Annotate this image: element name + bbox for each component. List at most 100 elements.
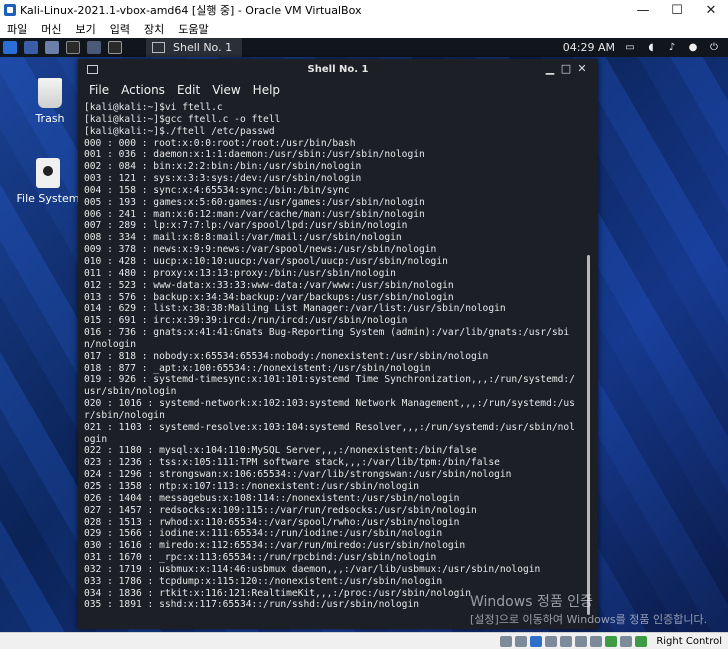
terminal-line: 001 : 036 : daemon:x:1:1:daemon:/usr/sbi…: [84, 149, 425, 161]
usb-icon[interactable]: [560, 635, 573, 647]
guest-desktop: Shell No. 1 04:29 AM ▭ ◖ ♪ ● ⏻ Trash Fil…: [0, 38, 728, 632]
terminal-line: 010 : 428 : uucp:x:10:10:uucp:/var/spool…: [84, 255, 448, 267]
activation-watermark-title: Windows 정품 인증: [470, 594, 593, 610]
terminal-line: 009 : 378 : news:x:9:9:news:/var/spool/n…: [84, 244, 437, 256]
terminal-line: 028 : 1513 : rwhod:x:110:65534::/var/spo…: [84, 516, 460, 528]
terminal-menubar: File Actions Edit View Help: [78, 79, 598, 100]
terminal-line: 006 : 241 : man:x:6:12:man:/var/cache/ma…: [84, 208, 425, 220]
terminal-line: 007 : 289 : lp:x:7:7:lp:/var/spool/lpd:/…: [84, 220, 408, 232]
display-icon[interactable]: [590, 635, 603, 647]
maximize-button[interactable]: ☐: [660, 3, 694, 18]
menu-input[interactable]: 입력: [103, 21, 137, 37]
hard-disk-icon[interactable]: [500, 635, 513, 647]
terminal-line: 005 : 193 : games:x:5:60:games:/usr/game…: [84, 196, 425, 208]
terminal-line: 030 : 1616 : miredo:x:112:65534::/var/ru…: [84, 540, 466, 552]
terminal-line: 008 : 334 : mail:x:8:8:mail:/var/mail:/u…: [84, 232, 402, 244]
terminal-titlebar[interactable]: Shell No. 1 ▁ □ ✕: [78, 59, 598, 79]
trash-icon: [38, 78, 62, 108]
terminal-line: 026 : 1404 : messagebus:x:108:114::/none…: [84, 492, 460, 504]
menu-machine[interactable]: 머신: [34, 21, 68, 37]
kali-menu-icon[interactable]: [3, 41, 17, 54]
optical-drive-icon[interactable]: [515, 635, 528, 647]
terminal-line: 017 : 818 : nobody:x:65534:65534:nobody:…: [84, 350, 489, 362]
lock-icon[interactable]: ⏻: [707, 42, 721, 54]
close-button[interactable]: ✕: [694, 3, 728, 18]
terminal-minimize-icon[interactable]: ▁: [542, 62, 558, 75]
terminal-line: 014 : 629 : list:x:38:38:Mailing List Ma…: [84, 303, 506, 315]
drive-icon: [36, 158, 60, 188]
terminal-scrollbar[interactable]: [587, 103, 592, 628]
terminal-menu-edit[interactable]: Edit: [171, 83, 206, 97]
virtualbox-app-icon: [4, 4, 16, 16]
menu-view[interactable]: 보기: [69, 21, 103, 37]
terminal-line: 015 : 691 : irc:x:39:39:ircd:/run/ircd:/…: [84, 315, 408, 327]
volume-icon[interactable]: ◖: [644, 42, 658, 54]
host-statusbar: Right Control: [0, 632, 728, 649]
terminal-line: 004 : 158 : sync:x:4:65534:sync:/bin:/bi…: [84, 184, 350, 196]
terminal-close-icon[interactable]: ✕: [574, 62, 590, 75]
desktop-trash[interactable]: Trash: [14, 78, 86, 125]
terminal-menu-file[interactable]: File: [78, 83, 115, 97]
terminal-icon: [152, 42, 165, 53]
terminal-line: [kali@kali:~]$./ftell /etc/passwd: [84, 125, 275, 137]
scrollbar-thumb[interactable]: [587, 255, 590, 615]
terminal-line: 011 : 480 : proxy:x:13:13:proxy:/bin:/us…: [84, 267, 396, 279]
minimize-button[interactable]: —: [626, 3, 660, 18]
terminal-line: 031 : 1670 : _rpc:x:113:65534::/run/rpcb…: [84, 552, 437, 564]
panel-clock[interactable]: 04:29 AM: [563, 41, 615, 54]
terminal-line: 029 : 1566 : iodine:x:111:65534::/run/io…: [84, 528, 443, 540]
host-key-label: Right Control: [656, 635, 722, 647]
terminal-line: [kali@kali:~]$gcc ftell.c -o ftell: [84, 113, 281, 125]
terminal-menu-actions[interactable]: Actions: [115, 83, 171, 97]
audio-icon[interactable]: [530, 635, 543, 647]
browser-launcher-icon[interactable]: [87, 41, 101, 54]
terminal-line: 027 : 1457 : redsocks:x:109:115::/var/ru…: [84, 504, 477, 516]
desktop-file-system[interactable]: File System: [12, 158, 84, 205]
terminal-line: 002 : 084 : bin:x:2:2:bin:/bin:/usr/sbin…: [84, 161, 362, 173]
terminal-line: 012 : 523 : www-data:x:33:33:www-data:/v…: [84, 279, 454, 291]
host-window-title: Kali-Linux-2021.1-vbox-amd64 [실행 중] - Or…: [20, 4, 362, 17]
terminal-line: 013 : 576 : backup:x:34:34:backup:/var/b…: [84, 291, 454, 303]
show-desktop-icon[interactable]: [24, 41, 38, 54]
menu-devices[interactable]: 장치: [137, 21, 171, 37]
terminal-line: 025 : 1358 : ntp:x:107:113::/nonexistent…: [84, 481, 420, 492]
terminal-line: [kali@kali:~]$vi ftell.c: [84, 102, 223, 113]
terminal-line: 000 : 000 : root:x:0:0:root:/root:/usr/b…: [84, 137, 356, 149]
terminal-line: 033 : 1786 : tcpdump:x:115:120::/nonexis…: [84, 575, 443, 587]
mouse-integration-icon[interactable]: [635, 635, 648, 647]
terminal-line: 003 : 121 : sys:x:3:3:sys:/dev:/usr/sbin…: [84, 173, 362, 185]
terminal-launcher-icon[interactable]: [66, 41, 80, 54]
terminal-line: 018 : 877 : _apt:x:100:65534::/nonexiste…: [84, 362, 431, 374]
notification-bell-icon[interactable]: ♪: [665, 42, 679, 54]
menu-help[interactable]: 도움말: [171, 21, 215, 37]
terminal-active-icon[interactable]: [108, 41, 122, 54]
power-dot-icon[interactable]: ●: [686, 42, 700, 54]
cpu-icon[interactable]: [620, 635, 633, 647]
file-manager-icon[interactable]: [45, 41, 59, 54]
taskbar-shell-button[interactable]: Shell No. 1: [146, 38, 243, 57]
terminal-line: 021 : 1103 : systemd-resolve:x:103:104:s…: [84, 421, 575, 445]
terminal-line: 020 : 1016 : systemd-network:x:102:103:s…: [84, 398, 575, 421]
top-panel: Shell No. 1 04:29 AM ▭ ◖ ♪ ● ⏻: [0, 38, 728, 57]
monitor-icon[interactable]: ▭: [623, 42, 637, 54]
recording-icon[interactable]: [605, 635, 618, 647]
terminal-line: 032 : 1719 : usbmux:x:114:46:usbmux daem…: [84, 563, 541, 575]
activation-watermark-text: [설정]으로 이동하여 Windows를 정품 인증합니다.: [470, 613, 708, 626]
terminal-output[interactable]: [kali@kali:~]$vi ftell.c [kali@kali:~]$gc…: [84, 102, 578, 627]
host-menubar: 파일 머신 보기 입력 장치 도움말: [0, 20, 728, 38]
host-window-titlebar: Kali-Linux-2021.1-vbox-amd64 [실행 중] - Or…: [0, 0, 728, 20]
terminal-line: 023 : 1236 : tss:x:105:111:TPM software …: [84, 457, 500, 469]
terminal-menu-help[interactable]: Help: [247, 83, 286, 97]
terminal-line: 016 : 736 : gnats:x:41:41:Gnats Bug-Repo…: [84, 327, 570, 350]
shared-folders-icon[interactable]: [575, 635, 588, 647]
network-icon[interactable]: [545, 635, 558, 647]
desktop-file-system-label: File System: [16, 192, 80, 205]
terminal-line: 022 : 1180 : mysql:x:104:110:MySQL Serve…: [84, 445, 477, 457]
terminal-menu-view[interactable]: View: [206, 83, 246, 97]
menu-file[interactable]: 파일: [0, 21, 34, 37]
terminal-window: Shell No. 1 ▁ □ ✕ File Actions Edit View…: [78, 59, 598, 629]
desktop-trash-label: Trash: [35, 112, 65, 125]
terminal-line: 024 : 1296 : strongswan:x:106:65534::/va…: [84, 469, 512, 481]
terminal-maximize-icon[interactable]: □: [558, 62, 574, 75]
terminal-line: 019 : 926 : systemd-timesync:x:101:101:s…: [84, 374, 575, 398]
